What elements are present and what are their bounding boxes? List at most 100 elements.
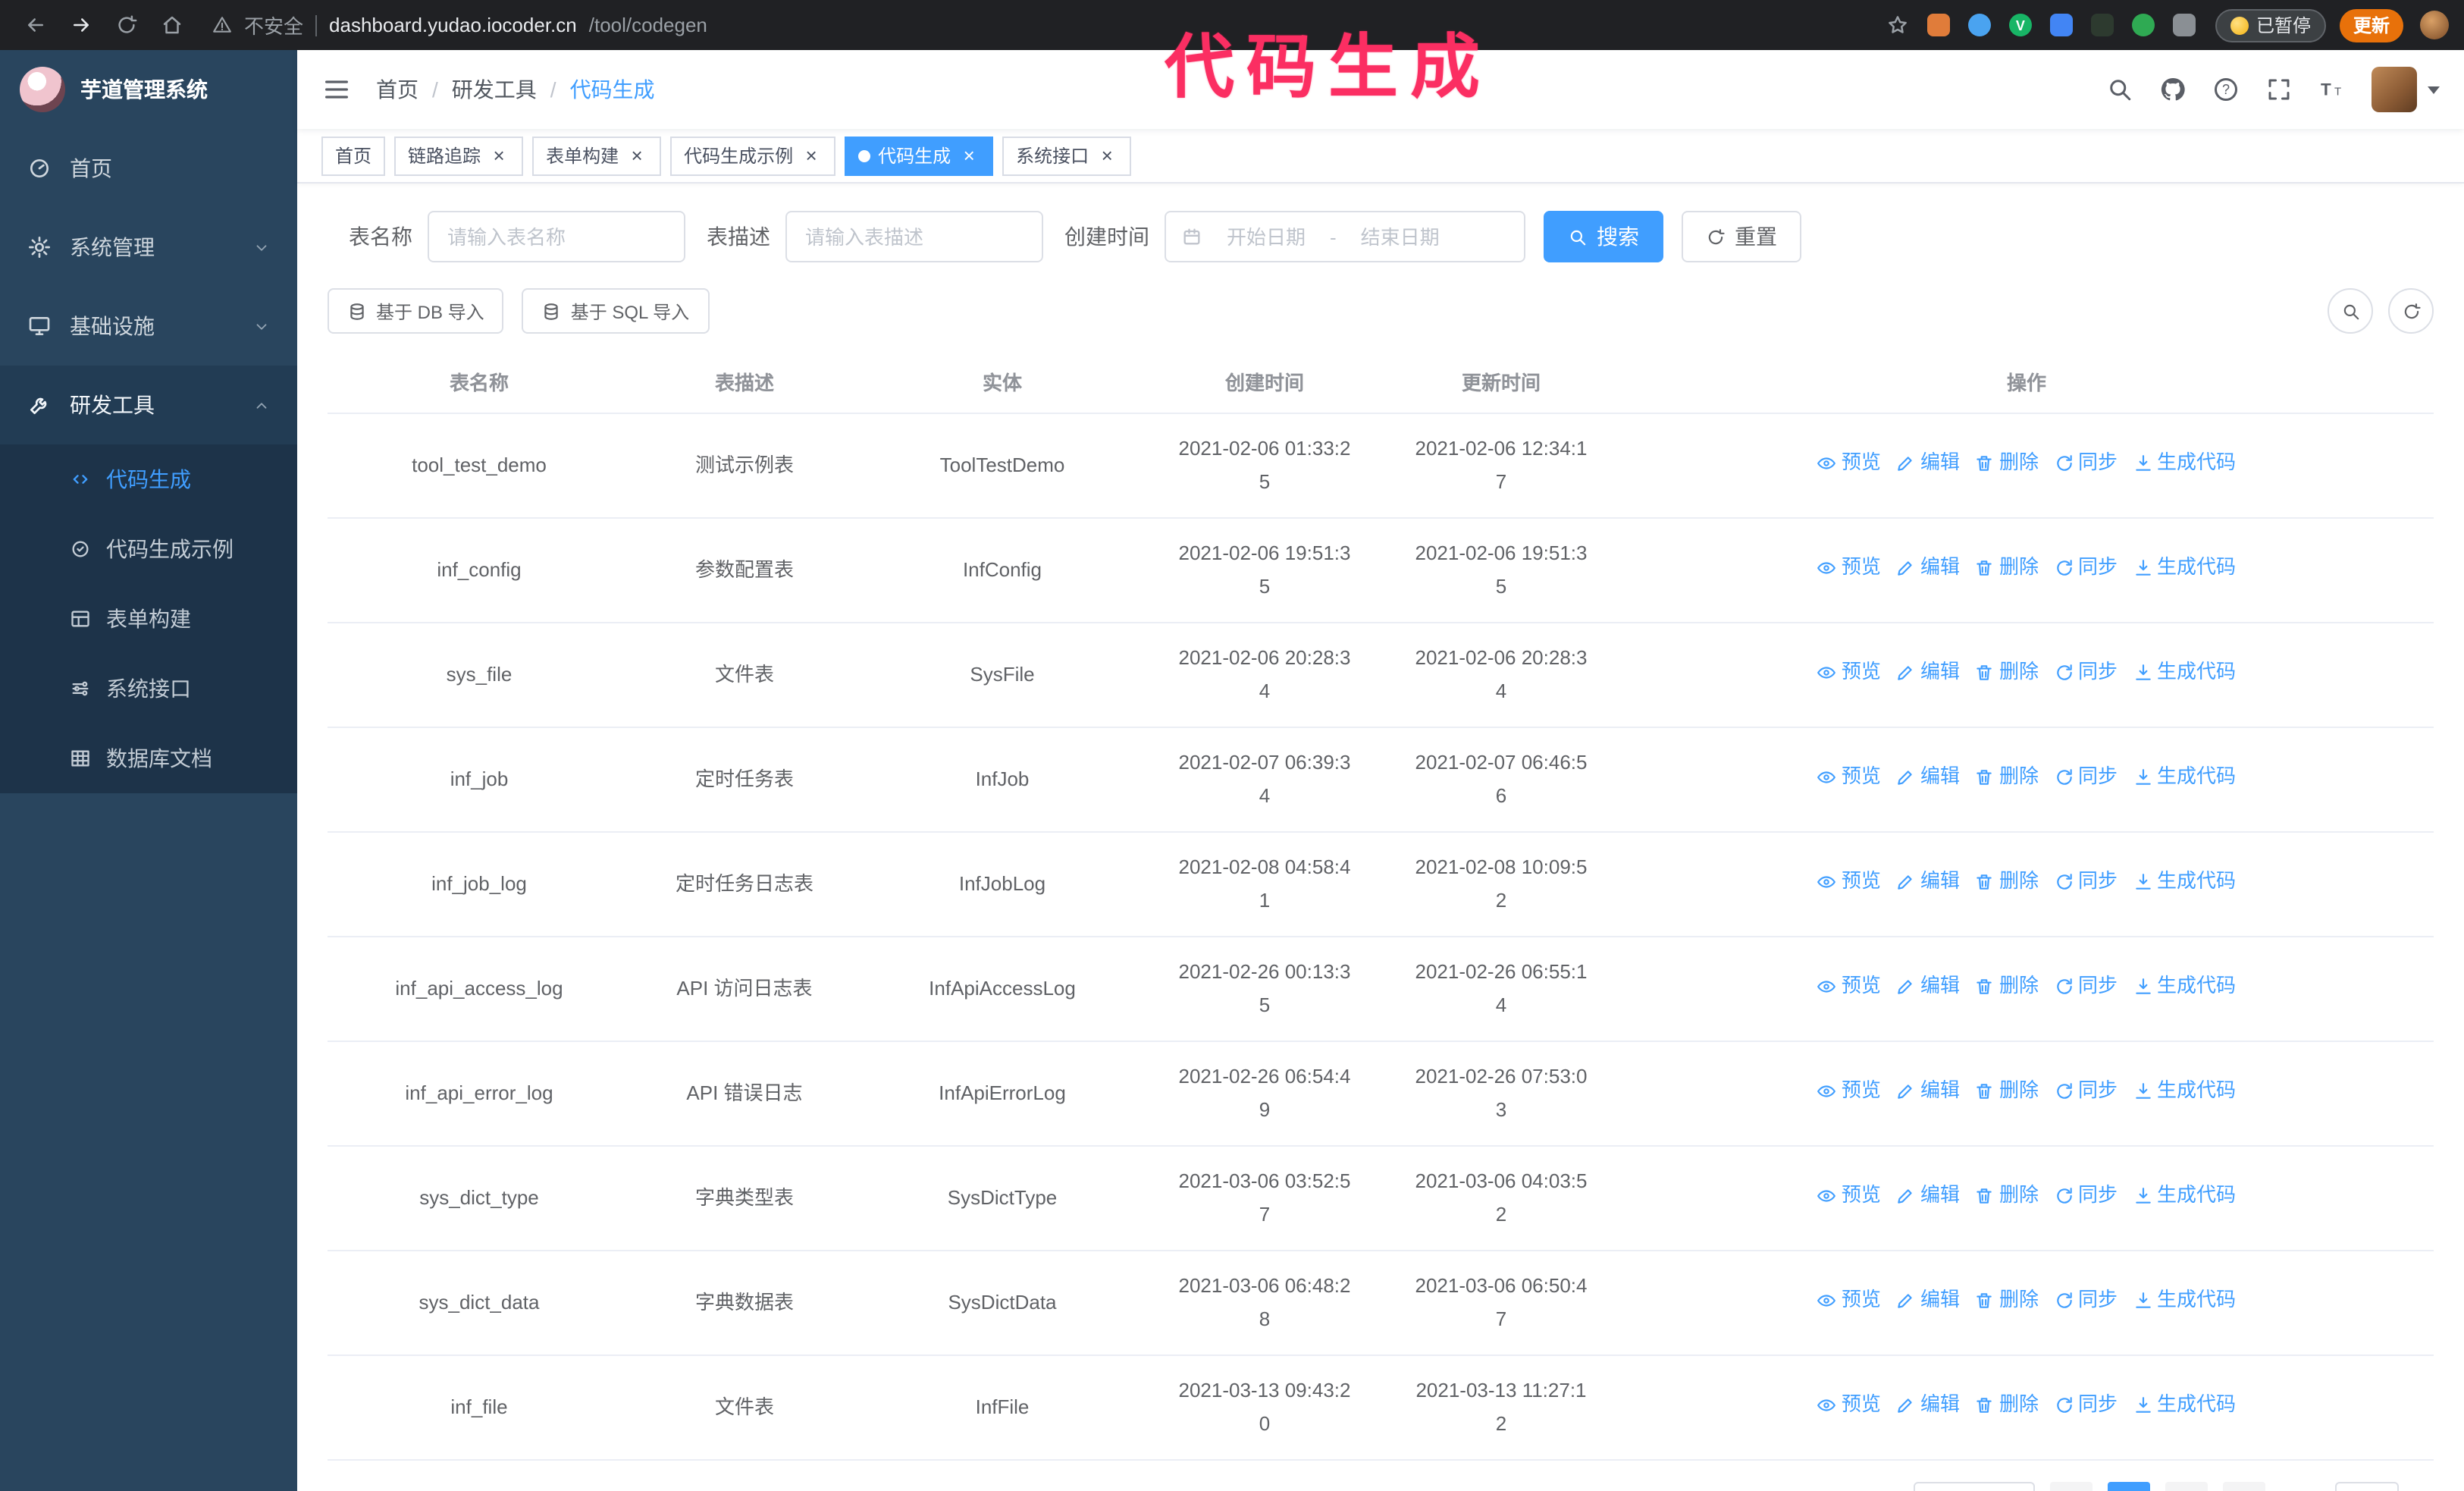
action-delete[interactable]: 删除 [1975, 865, 2039, 899]
browser-profile-avatar[interactable] [2420, 11, 2449, 39]
extension-icon[interactable] [2131, 14, 2155, 36]
start-date-input[interactable] [1208, 225, 1324, 248]
action-preview[interactable]: 预览 [1817, 761, 1881, 794]
forward-icon[interactable] [61, 5, 100, 45]
action-edit[interactable]: 编辑 [1896, 865, 1960, 899]
action-sync[interactable]: 同步 [2054, 970, 2118, 1003]
action-generate[interactable]: 生成代码 [2133, 970, 2236, 1003]
action-generate[interactable]: 生成代码 [2133, 1179, 2236, 1213]
fullscreen-icon[interactable] [2265, 76, 2293, 103]
tab-form-builder[interactable]: 表单构建 × [532, 136, 662, 175]
sidebar-subitem-codegen-example[interactable]: 代码生成示例 [0, 514, 297, 584]
action-sync[interactable]: 同步 [2054, 447, 2118, 480]
toggle-search-icon[interactable] [2328, 288, 2373, 334]
action-preview[interactable]: 预览 [1817, 1179, 1881, 1213]
breadcrumb-item[interactable]: 首页 [376, 74, 419, 105]
back-icon[interactable] [15, 5, 55, 45]
action-generate[interactable]: 生成代码 [2133, 1389, 2236, 1422]
action-sync[interactable]: 同步 [2054, 1075, 2118, 1108]
tab-codegen-example[interactable]: 代码生成示例 × [670, 136, 836, 175]
sidebar-subitem-form-builder[interactable]: 表单构建 [0, 584, 297, 654]
action-delete[interactable]: 删除 [1975, 970, 2039, 1003]
action-preview[interactable]: 预览 [1817, 1075, 1881, 1108]
action-delete[interactable]: 删除 [1975, 1389, 2039, 1422]
action-edit[interactable]: 编辑 [1896, 1179, 1960, 1213]
action-delete[interactable]: 删除 [1975, 551, 2039, 585]
page-button-1[interactable]: 1 [2107, 1481, 2150, 1491]
breadcrumb-item[interactable]: 研发工具 [452, 74, 537, 105]
sidebar-item-infra[interactable]: 基础设施 [0, 287, 297, 366]
action-sync[interactable]: 同步 [2054, 1284, 2118, 1317]
reload-icon[interactable] [106, 5, 146, 45]
date-range-picker[interactable]: - [1165, 211, 1525, 262]
sidebar-item-home[interactable]: 首页 [0, 129, 297, 208]
next-page-button[interactable] [2222, 1481, 2265, 1491]
action-preview[interactable]: 预览 [1817, 447, 1881, 480]
close-icon[interactable]: × [1096, 145, 1118, 166]
action-delete[interactable]: 删除 [1975, 1179, 2039, 1213]
search-icon[interactable] [2106, 76, 2133, 103]
close-icon[interactable]: × [626, 145, 647, 166]
action-generate[interactable]: 生成代码 [2133, 1075, 2236, 1108]
tab-system-api[interactable]: 系统接口 × [1002, 136, 1132, 175]
table-desc-input[interactable] [785, 211, 1043, 262]
action-edit[interactable]: 编辑 [1896, 551, 1960, 585]
action-sync[interactable]: 同步 [2054, 656, 2118, 689]
import-sql-button[interactable]: 基于 SQL 导入 [522, 288, 710, 334]
sidebar-item-devtools[interactable]: 研发工具 [0, 366, 297, 444]
reset-button[interactable]: 重置 [1682, 211, 1801, 262]
action-edit[interactable]: 编辑 [1896, 970, 1960, 1003]
extension-icon[interactable] [1967, 14, 1991, 36]
home-icon[interactable] [152, 5, 191, 45]
action-preview[interactable]: 预览 [1817, 551, 1881, 585]
extension-icon[interactable]: V [2008, 14, 2032, 36]
action-generate[interactable]: 生成代码 [2133, 656, 2236, 689]
extension-icon[interactable] [1926, 14, 1950, 36]
sidebar-subitem-system-api[interactable]: 系统接口 [0, 654, 297, 724]
address-bar[interactable]: 不安全 dashboard.yudao.iocoder.cn/tool/code… [197, 11, 1874, 39]
font-size-icon[interactable]: TT [2318, 76, 2346, 103]
action-preview[interactable]: 预览 [1817, 1284, 1881, 1317]
action-sync[interactable]: 同步 [2054, 865, 2118, 899]
close-icon[interactable]: × [801, 145, 822, 166]
extension-icon[interactable] [2090, 14, 2114, 36]
action-sync[interactable]: 同步 [2054, 1179, 2118, 1213]
puzzle-extensions-icon[interactable] [2172, 14, 2196, 36]
table-name-input[interactable] [428, 211, 685, 262]
page-button-2[interactable]: 2 [2165, 1481, 2208, 1491]
action-delete[interactable]: 删除 [1975, 761, 2039, 794]
prev-page-button[interactable] [2049, 1481, 2093, 1491]
action-edit[interactable]: 编辑 [1896, 1389, 1960, 1422]
end-date-input[interactable] [1342, 225, 1458, 248]
page-size-select[interactable]: 10条/页 [1913, 1481, 2035, 1491]
action-generate[interactable]: 生成代码 [2133, 447, 2236, 480]
action-sync[interactable]: 同步 [2054, 761, 2118, 794]
action-preview[interactable]: 预览 [1817, 970, 1881, 1003]
extension-icon[interactable] [2049, 14, 2073, 36]
tab-tracing[interactable]: 链路追踪 × [394, 136, 524, 175]
profile-paused-badge[interactable]: 已暂停 [2215, 8, 2326, 42]
import-db-button[interactable]: 基于 DB 导入 [328, 288, 504, 334]
tab-home[interactable]: 首页 [321, 136, 386, 175]
action-delete[interactable]: 删除 [1975, 656, 2039, 689]
action-sync[interactable]: 同步 [2054, 1389, 2118, 1422]
app-logo[interactable]: 芋道管理系统 [0, 50, 297, 129]
close-icon[interactable]: × [488, 145, 509, 166]
action-edit[interactable]: 编辑 [1896, 1284, 1960, 1317]
browser-update-button[interactable]: 更新 [2339, 8, 2403, 42]
github-icon[interactable] [2159, 76, 2187, 103]
action-generate[interactable]: 生成代码 [2133, 865, 2236, 899]
action-delete[interactable]: 删除 [1975, 1075, 2039, 1108]
action-preview[interactable]: 预览 [1817, 1389, 1881, 1422]
bookmark-star-icon[interactable] [1886, 14, 1909, 36]
close-icon[interactable]: × [958, 145, 980, 166]
search-button[interactable]: 搜索 [1544, 211, 1663, 262]
goto-page-input[interactable] [2334, 1481, 2399, 1491]
sidebar-item-system[interactable]: 系统管理 [0, 208, 297, 287]
tab-codegen[interactable]: 代码生成 × [845, 136, 994, 175]
action-edit[interactable]: 编辑 [1896, 656, 1960, 689]
hamburger-icon[interactable] [321, 74, 352, 105]
help-icon[interactable]: ? [2212, 76, 2240, 103]
user-menu[interactable] [2372, 67, 2440, 112]
action-sync[interactable]: 同步 [2054, 551, 2118, 585]
